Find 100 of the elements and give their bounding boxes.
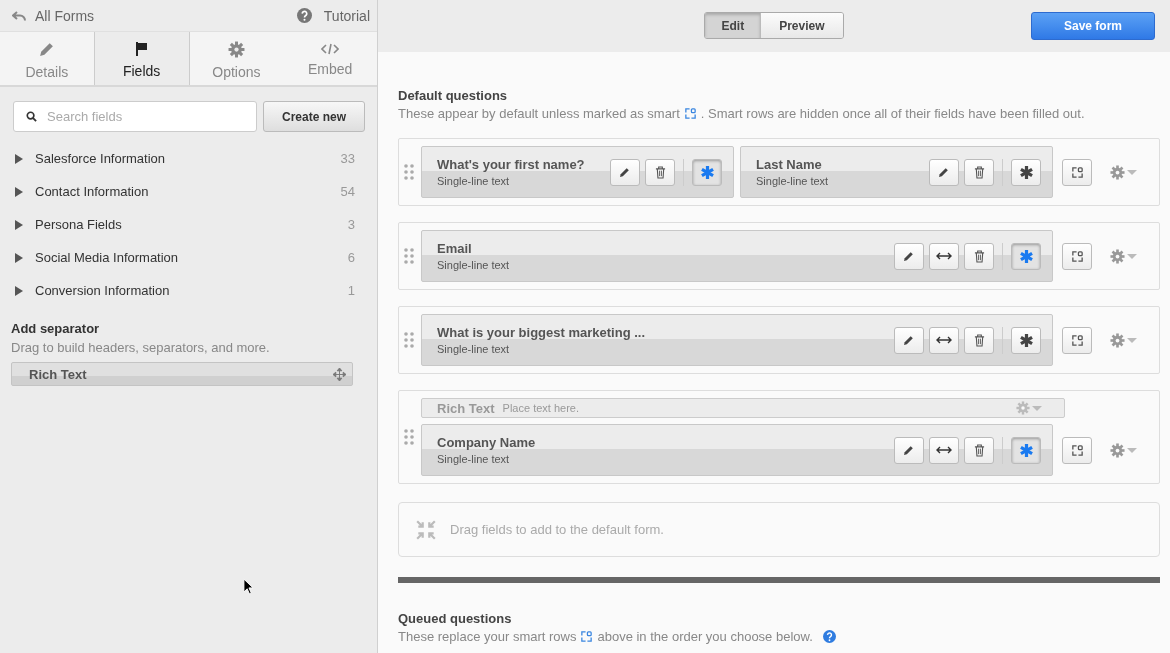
field-count: 6 (347, 250, 355, 265)
field-group-label[interactable]: Conversion Information (35, 283, 348, 298)
delete-button[interactable] (645, 158, 675, 186)
gear-icon (1110, 442, 1125, 458)
form-field[interactable]: Last Name Single-line text (740, 146, 1053, 198)
field-type: Single-line text (437, 453, 511, 465)
smart-row-icon (683, 107, 697, 120)
sidebar-tab[interactable]: Details (0, 32, 94, 85)
delete-button[interactable] (964, 158, 994, 186)
drag-handle-icon[interactable] (404, 429, 414, 445)
form-field[interactable]: Email Single-line text (421, 230, 1053, 282)
section-description: These replace your smart rows (398, 629, 577, 644)
back-arrow-icon (12, 10, 26, 21)
width-toggle-button[interactable] (929, 436, 959, 464)
field-type: Single-line text (437, 259, 511, 271)
required-toggle-button[interactable] (1011, 158, 1041, 186)
field-label: What is your biggest marketing ... (437, 325, 647, 340)
section-heading: Queued questions (398, 611, 513, 626)
sidebar-tab[interactable]: Options (189, 32, 284, 85)
all-forms-link[interactable]: All Forms (12, 7, 95, 24)
field-group-label[interactable]: Persona Fields (35, 217, 348, 232)
trash-icon (973, 165, 985, 179)
edit-button[interactable] (894, 242, 924, 270)
sidebar-tab[interactable]: Fields (93, 32, 190, 85)
save-form-button[interactable]: Save form (1031, 12, 1155, 40)
pencil-icon (903, 444, 915, 456)
required-toggle-button[interactable] (1011, 326, 1041, 354)
section-heading: Default questions (398, 88, 509, 103)
field-label: Last Name (756, 157, 823, 172)
edit-button[interactable] (894, 436, 924, 464)
create-new-button[interactable]: Create new (263, 101, 365, 132)
double-arrow-icon (936, 252, 952, 260)
field-count: 1 (347, 283, 355, 298)
required-toggle-button[interactable] (1011, 242, 1041, 270)
edit-button[interactable] (929, 158, 959, 186)
smart-row-button[interactable] (1062, 242, 1092, 270)
field-group-label[interactable]: Social Media Information (35, 250, 348, 265)
delete-button[interactable] (964, 436, 994, 464)
gear-icon (1110, 332, 1125, 348)
width-toggle-button[interactable] (929, 242, 959, 270)
drop-hint: Drag fields to add to the default form. (450, 522, 664, 537)
smart-row-button[interactable] (1062, 158, 1092, 186)
expand-triangle-icon[interactable] (15, 219, 23, 230)
search-field[interactable]: Search fields (13, 101, 257, 132)
asterisk-icon (1018, 248, 1034, 264)
asterisk-icon (699, 164, 715, 180)
field-group-label[interactable]: Contact Information (35, 184, 341, 199)
form-field[interactable]: Company Name Single-line text (421, 424, 1053, 476)
required-toggle-button[interactable] (692, 158, 722, 186)
smart-row-icon (580, 630, 594, 643)
expand-triangle-icon[interactable] (15, 285, 23, 296)
field-label: Email (437, 241, 473, 256)
gear-icon (1016, 401, 1030, 415)
tutorial-link[interactable]: Tutorial (296, 7, 370, 24)
delete-button[interactable] (964, 326, 994, 354)
code-icon (321, 43, 340, 55)
trash-icon (654, 165, 666, 179)
field-type: Single-line text (437, 343, 511, 355)
gear-icon (227, 40, 245, 58)
mode-tab[interactable]: Edit (705, 13, 761, 38)
trash-icon (973, 249, 985, 263)
expand-triangle-icon[interactable] (15, 153, 23, 164)
mouse-cursor-icon (243, 578, 254, 595)
gear-icon (1110, 164, 1125, 180)
collapse-arrows-icon (415, 518, 437, 541)
drag-handle-icon[interactable] (404, 164, 414, 180)
delete-button[interactable] (964, 242, 994, 270)
drag-handle-icon[interactable] (404, 248, 414, 264)
edit-button[interactable] (894, 326, 924, 354)
section-heading: Add separator (11, 321, 101, 336)
expand-triangle-icon[interactable] (15, 186, 23, 197)
help-icon (296, 8, 312, 23)
field-count: 54 (340, 184, 355, 199)
asterisk-icon (1018, 332, 1034, 348)
expand-triangle-icon[interactable] (15, 252, 23, 263)
pencil-icon (938, 166, 950, 178)
move-icon (333, 367, 346, 381)
smart-row-icon (1070, 443, 1084, 457)
field-group-label[interactable]: Salesforce Information (35, 151, 341, 166)
form-field[interactable]: What is your biggest marketing ... Single-line text (421, 314, 1053, 366)
smart-row-icon (1070, 249, 1084, 263)
rich-text-item[interactable]: Rich Text (11, 362, 353, 386)
required-toggle-button[interactable] (1011, 436, 1041, 464)
trash-icon (973, 443, 985, 457)
smart-row-button[interactable] (1062, 436, 1092, 464)
sidebar-tab[interactable]: Embed (283, 32, 377, 85)
pencil-icon (38, 40, 56, 58)
form-field[interactable]: What's your first name? Single-line text (421, 146, 734, 198)
mode-tab[interactable]: Preview (760, 13, 843, 38)
section-description: These appear by default unless marked as smart (398, 106, 680, 121)
double-arrow-icon (936, 446, 952, 454)
width-toggle-button[interactable] (929, 326, 959, 354)
drag-handle-icon[interactable] (404, 332, 414, 348)
field-label: What's your first name? (437, 157, 586, 172)
smart-row-button[interactable] (1062, 326, 1092, 354)
edit-button[interactable] (610, 158, 640, 186)
double-arrow-icon (936, 336, 952, 344)
section-hint: Drag to build headers, separators, and more. (11, 340, 271, 355)
help-icon[interactable] (822, 630, 836, 643)
trash-icon (973, 333, 985, 347)
